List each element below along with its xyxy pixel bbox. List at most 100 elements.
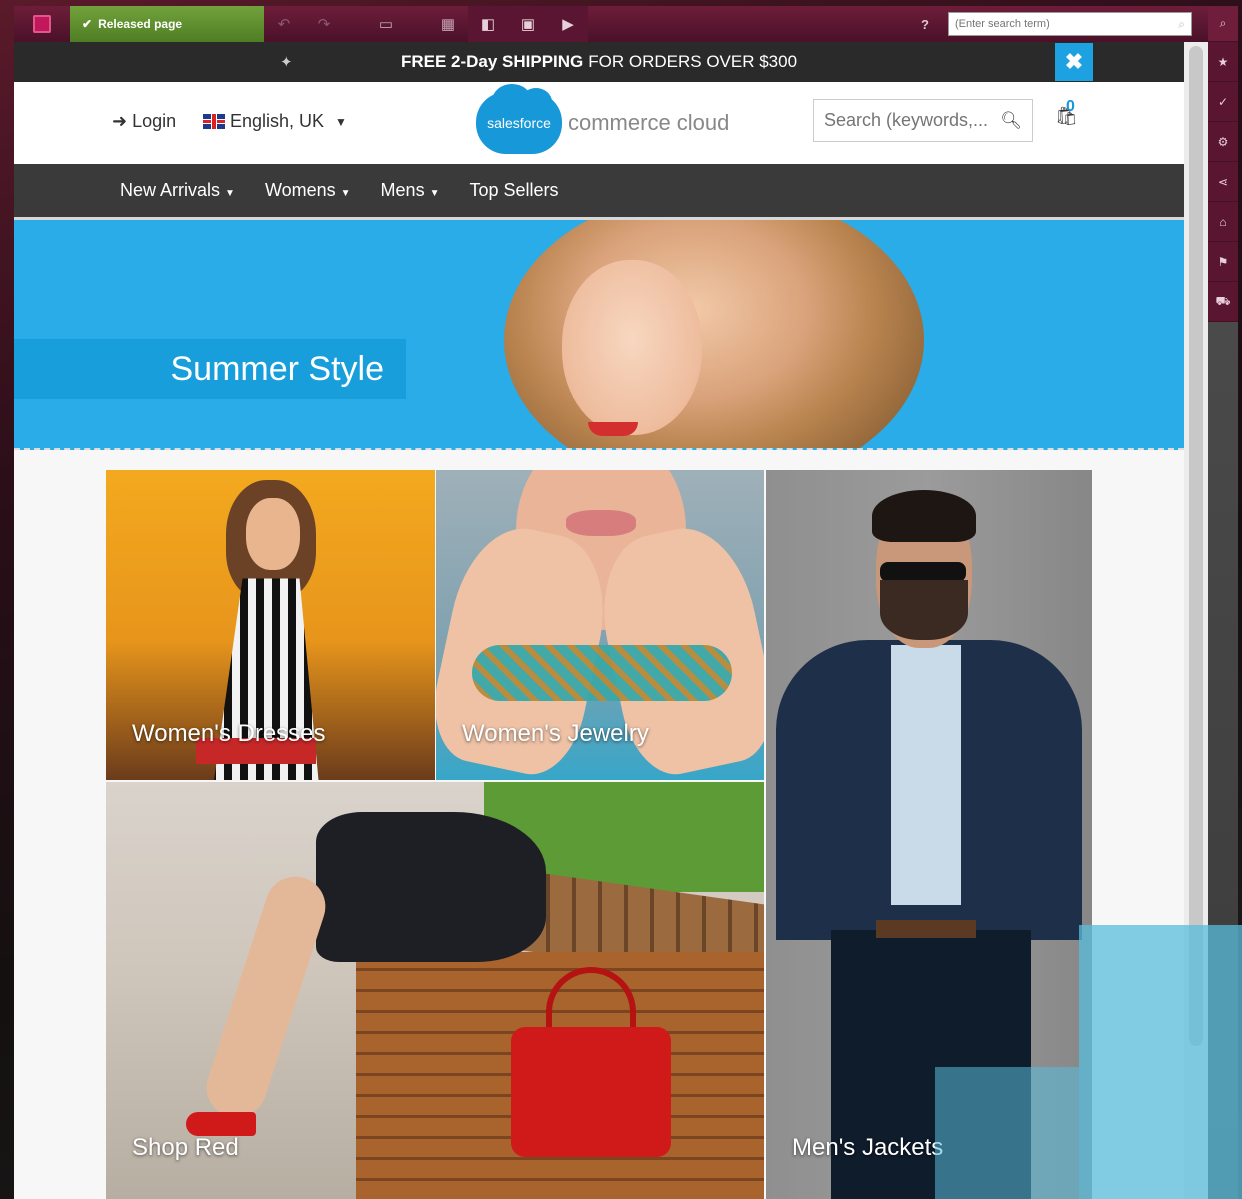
grid-icon: ▦ [440,16,456,33]
editor-search-field[interactable]: ⌕ [948,12,1192,36]
preview-play-button[interactable]: ▶ [548,6,588,42]
salesforce-cloud-logo: salesforce [476,84,562,154]
side-cart-button[interactable]: ⛟ [1208,282,1238,322]
category-caption: Women's Dresses [132,720,326,747]
category-tile-womens-dresses[interactable]: Women's Dresses [106,470,435,780]
main-navigation: New Arrivals ▼ Womens ▼ Mens ▼ Top Sellers [14,164,1184,220]
redo-button[interactable]: ↷ [304,6,344,42]
side-approve-button[interactable]: ✓ [1208,82,1238,122]
login-icon: ➜ [112,111,128,131]
red-heel-image [186,1112,256,1136]
mini-cart[interactable]: 🛍︎ 0 [1055,98,1078,127]
editor-logo[interactable] [14,6,70,42]
promo-banner: ✦ FREE 2-Day SHIPPING FOR ORDERS OVER $3… [14,42,1184,82]
scrollbar-thumb[interactable] [1189,46,1203,1046]
promo-strong-text: FREE 2-Day SHIPPING [400,52,584,71]
share-icon: ⋖ [1217,174,1229,189]
hero-lips-image [588,422,638,436]
side-share-button[interactable]: ⋖ [1208,162,1238,202]
cart-icon: ⛟ [1215,293,1231,308]
language-label: English, UK [230,111,325,131]
home-icon: ⌂ [1219,214,1227,229]
model-face-image [246,498,300,570]
nav-item-label: Mens [380,180,425,200]
nav-item-top-sellers[interactable]: Top Sellers [469,180,558,201]
chevron-down-icon: ▼ [225,188,235,199]
layout-button[interactable]: ▣ [508,6,548,42]
chevron-down-icon: ▼ [335,114,347,129]
model-lips-image [566,510,636,536]
category-tile-womens-jewelry[interactable]: Women's Jewelry [436,470,764,780]
nav-item-new-arrivals[interactable]: New Arrivals ▼ [120,180,235,201]
side-settings-button[interactable]: ⚙ [1208,122,1238,162]
editor-toolbar: ✔ Released page ↶ ↷ ▭ ▦ ◧ ▣ ▶ ? ⌕ [14,6,1208,48]
editor-side-panel: ⌕ ★ ✓ ⚙ ⋖ ⌂ ⚑ ⛟ [1208,6,1238,322]
checkmark-icon: ✔ [82,17,93,31]
side-tag-button[interactable]: ⚑ [1208,242,1238,282]
brand-cloud-text: salesforce [487,115,551,131]
nav-item-label: Womens [264,180,336,200]
editor-search-input[interactable] [955,18,1179,30]
beard-image [880,580,968,640]
skirt-image [316,812,546,962]
hero-banner[interactable]: Summer Style [14,220,1184,450]
hero-title[interactable]: Summer Style [14,339,406,399]
site-search-field[interactable]: 🔍︎ [813,99,1033,142]
tag-icon: ⚑ [1217,254,1229,269]
check-icon: ✓ [1217,94,1229,109]
language-selector[interactable]: English, UK ▼ [203,111,347,132]
device-preview-button[interactable]: ▭ [344,6,428,42]
side-favorites-button[interactable]: ★ [1208,42,1238,82]
bracelet-image [472,645,732,701]
shirt-image [891,645,961,905]
storefront-preview: ✦ FREE 2-Day SHIPPING FOR ORDERS OVER $3… [14,42,1184,1199]
red-handbag-image [511,1027,671,1157]
category-caption: Women's Jewelry [462,720,649,747]
promo-text: FOR ORDERS OVER $300 [588,52,798,71]
promo-close-button[interactable]: ✖ [1055,43,1093,81]
brand-text: commerce cloud [568,110,730,135]
nav-item-label: Top Sellers [469,180,559,200]
undo-icon: ↶ [277,16,291,33]
help-button[interactable]: ? [908,17,942,32]
search-icon: ⌕ [1219,16,1227,30]
grid-view-button[interactable]: ▦ [428,6,468,42]
nav-item-mens[interactable]: Mens ▼ [381,180,440,201]
nav-item-womens[interactable]: Womens ▼ [265,180,351,201]
close-icon: ✖ [1064,49,1084,74]
belt-image [876,920,976,938]
side-home-button[interactable]: ⌂ [1208,202,1238,242]
search-icon: ⌕ [1178,16,1185,31]
cart-count: 0 [1066,98,1075,115]
category-tile-shop-red[interactable]: Shop Red [106,782,764,1199]
nav-item-label: New Arrivals [120,180,221,200]
category-caption: Shop Red [132,1134,239,1161]
model-hair-image [872,490,976,542]
search-icon[interactable]: 🔍︎ [1000,111,1022,131]
chevron-down-icon: ▼ [429,188,440,199]
category-caption: Men's Jackets [792,1134,944,1161]
component-button[interactable]: ◧ [468,6,508,42]
leg-image [198,868,334,1126]
site-header: ➜ Login English, UK ▼ salesforce commerc… [14,82,1184,164]
component-icon: ◧ [480,16,496,33]
brand-logo[interactable]: salesforce commerce cloud [476,84,730,154]
uk-flag-icon [203,114,225,129]
layout-icon: ▣ [520,16,536,33]
site-search-input[interactable] [824,110,1001,131]
page-status-chip[interactable]: ✔ Released page [70,6,264,48]
login-link[interactable]: ➜ Login [112,111,176,132]
app-logo-icon [33,15,51,33]
star-icon: ★ [1217,54,1229,69]
redo-icon: ↷ [317,16,331,33]
page-status-label: Released page [98,17,183,31]
hero-face-image [562,260,702,435]
decorative-overlay [935,1067,1079,1199]
gear-icon: ⚙ [1217,134,1229,149]
undo-button[interactable]: ↶ [264,6,304,42]
play-icon: ▶ [562,16,574,33]
sunglasses-image [880,562,966,582]
decorative-overlay [1079,925,1242,1199]
side-search-button[interactable]: ⌕ [1208,6,1238,42]
pin-icon: ✦ [280,54,293,71]
